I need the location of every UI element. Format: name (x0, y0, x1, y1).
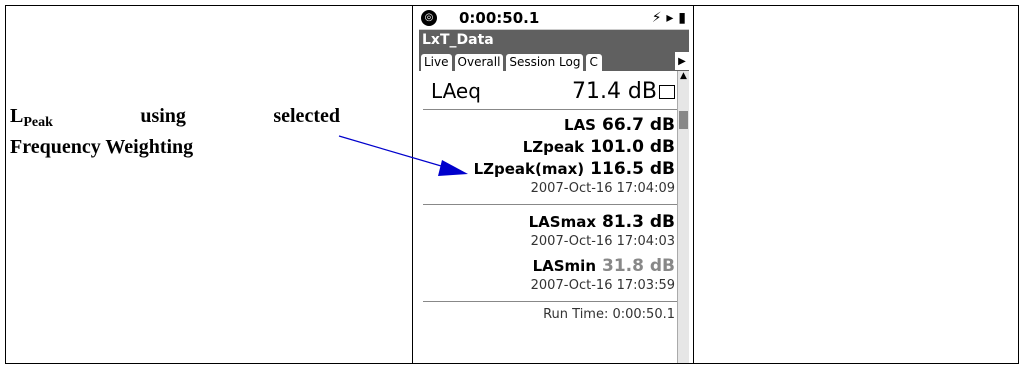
lasmax-date: 2007-Oct-16 17:04:03 (530, 234, 675, 249)
lzpeak-value: 101.0 dB (590, 137, 675, 157)
divider (423, 301, 677, 302)
lzpeak-max-value: 116.5 dB (590, 159, 675, 179)
caption-word-selected: selected (273, 105, 340, 127)
las-label: LAS (564, 116, 596, 134)
scroll-thumb[interactable] (679, 111, 688, 129)
mode-icon: ◎ (421, 9, 437, 26)
lzpeak-label: LZpeak (522, 138, 585, 156)
las-row: LAS 66.7 dB (419, 114, 689, 136)
lpeak-symbol: LPeak (10, 105, 53, 130)
run-time: Run Time: 0:00:50.1 (543, 307, 675, 322)
caption-word-using: using (140, 105, 186, 127)
tab-clipped[interactable]: C (585, 53, 604, 71)
tab-overall[interactable]: Overall (453, 53, 505, 71)
lasmin-date: 2007-Oct-16 17:03:59 (530, 278, 675, 293)
device-screen: ◎ 0:00:50.1 ⚡ ▸ ▮ LxT_Data Live Overall … (419, 6, 689, 363)
caption: LPeak using selected Frequency Weighting (10, 104, 340, 159)
lasmin-row: LASmin 31.8 dB (419, 255, 689, 277)
scroll-up-icon[interactable]: ▲ (678, 71, 689, 81)
laeq-row: LAeq 71.4 dB (419, 71, 689, 107)
laeq-label: LAeq (431, 79, 481, 103)
lasmax-label: LASmax (528, 213, 596, 231)
lasmin-label: LASmin (532, 257, 596, 275)
lasmin-value: 31.8 dB (602, 256, 675, 276)
overall-panel: ▲ LAeq 71.4 dB LAS 66.7 dB LZpeak 101.0 dB… (419, 71, 689, 363)
lasmax-value: 81.3 dB (602, 212, 675, 232)
caption-cell: LPeak using selected Frequency Weighting (6, 6, 413, 363)
las-value: 66.7 dB (602, 115, 675, 135)
lzpeak-max-label: LZpeak(max) (473, 160, 585, 178)
divider (423, 109, 677, 110)
lzpeak-row: LZpeak 101.0 dB (419, 136, 689, 158)
lzpeak-max-date: 2007-Oct-16 17:04:09 (530, 181, 675, 196)
laeq-value: 71.4 dB (571, 79, 657, 104)
status-bar: ◎ 0:00:50.1 ⚡ ▸ ▮ (419, 6, 689, 30)
scrollbar[interactable]: ▲ (677, 71, 689, 363)
tab-live[interactable]: Live (420, 53, 453, 71)
display-icon (659, 85, 675, 99)
tab-session-log[interactable]: Session Log (505, 53, 585, 71)
status-indicators-icon: ⚡ ▸ ▮ (651, 9, 686, 26)
lzpeak-max-row: LZpeak(max) 116.5 dB (419, 158, 689, 180)
caption-line2: Frequency Weighting (10, 136, 194, 158)
file-title: LxT_Data (419, 30, 689, 50)
lasmax-row: LASmax 81.3 dB (419, 211, 689, 233)
divider (423, 204, 677, 205)
elapsed-time: 0:00:50.1 (459, 8, 540, 27)
document-table: LPeak using selected Frequency Weighting… (5, 5, 1019, 364)
empty-cell (693, 6, 1018, 363)
screenshot-cell: ◎ 0:00:50.1 ⚡ ▸ ▮ LxT_Data Live Overall … (413, 6, 693, 363)
tab-scroll-right-icon[interactable]: ▶ (675, 52, 689, 70)
tab-bar: Live Overall Session Log C ▶ (419, 50, 689, 71)
